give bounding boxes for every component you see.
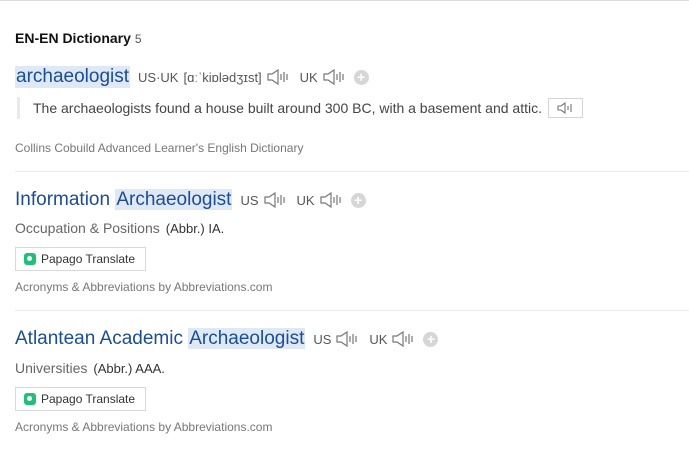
- speaker-icon[interactable]: [266, 68, 290, 86]
- entry-archaeologist: archaeologist US·UK [ɑːˈkiɒlədʒɪst] UK +: [15, 66, 689, 88]
- papago-logo-icon: [24, 393, 36, 405]
- divider: [15, 171, 689, 172]
- speaker-icon[interactable]: [263, 191, 287, 209]
- result-count: 5: [134, 32, 142, 46]
- speaker-icon[interactable]: [335, 330, 359, 348]
- example-speaker-button[interactable]: [548, 98, 583, 118]
- section-title: EN-EN Dictionary 5: [15, 30, 142, 46]
- headword-prefix: Atlantean Academic: [15, 328, 189, 349]
- top-border: [0, 0, 689, 1]
- speaker-icon: [556, 101, 572, 115]
- uk-label: UK: [299, 69, 318, 85]
- us-label: US: [240, 192, 259, 208]
- papago-translate-label: Papago Translate: [41, 252, 136, 266]
- source-abbreviations: Acronyms & Abbreviations by Abbreviation…: [15, 280, 273, 294]
- us-label: US: [313, 331, 332, 347]
- headword[interactable]: archaeologist: [15, 66, 131, 88]
- abbreviation: (Abbr.) IA.: [165, 221, 225, 236]
- uk-label: UK: [369, 331, 388, 347]
- example-sentence-block: The archaeologists found a house built a…: [17, 97, 583, 119]
- headword-highlight: Archaeologist: [188, 328, 306, 349]
- headword-prefix: Information: [15, 189, 116, 210]
- uk-label: UK: [296, 192, 315, 208]
- category-line: Occupation & Positions (Abbr.) IA.: [15, 220, 224, 236]
- headword-link[interactable]: Information Archaeologist: [15, 189, 233, 211]
- papago-logo-icon: [24, 253, 36, 265]
- source-collins: Collins Cobuild Advanced Learner's Engli…: [15, 141, 304, 155]
- category: Universities: [15, 360, 88, 376]
- example-sentence: The archaeologists found a house built a…: [33, 100, 542, 116]
- speaker-icon[interactable]: [391, 330, 415, 348]
- section-title-text: EN-EN Dictionary: [15, 30, 131, 46]
- entry-atlantean-academic-archaeologist: Atlantean Academic Archaeologist US UK +: [15, 328, 689, 350]
- headword-link[interactable]: Atlantean Academic Archaeologist: [15, 328, 306, 350]
- papago-translate-button[interactable]: Papago Translate: [15, 247, 147, 271]
- entry-information-archaeologist: Information Archaeologist US UK +: [15, 189, 689, 211]
- divider: [15, 310, 689, 311]
- papago-translate-label: Papago Translate: [41, 392, 136, 406]
- headword-highlight: Archaeologist: [115, 189, 233, 210]
- category: Occupation & Positions: [15, 220, 160, 236]
- phonetic: [ɑːˈkiɒlədʒɪst]: [183, 69, 262, 85]
- papago-translate-button[interactable]: Papago Translate: [15, 387, 147, 411]
- add-circle-icon[interactable]: +: [350, 192, 366, 208]
- source-abbreviations: Acronyms & Abbreviations by Abbreviation…: [15, 420, 273, 434]
- speaker-icon[interactable]: [322, 68, 346, 86]
- speaker-icon[interactable]: [319, 191, 343, 209]
- us-uk-label: US·UK: [138, 69, 179, 85]
- abbreviation: (Abbr.) AAA.: [93, 361, 165, 376]
- category-line: Universities (Abbr.) AAA.: [15, 360, 165, 376]
- add-circle-icon[interactable]: +: [353, 69, 369, 85]
- add-circle-icon[interactable]: +: [423, 331, 439, 347]
